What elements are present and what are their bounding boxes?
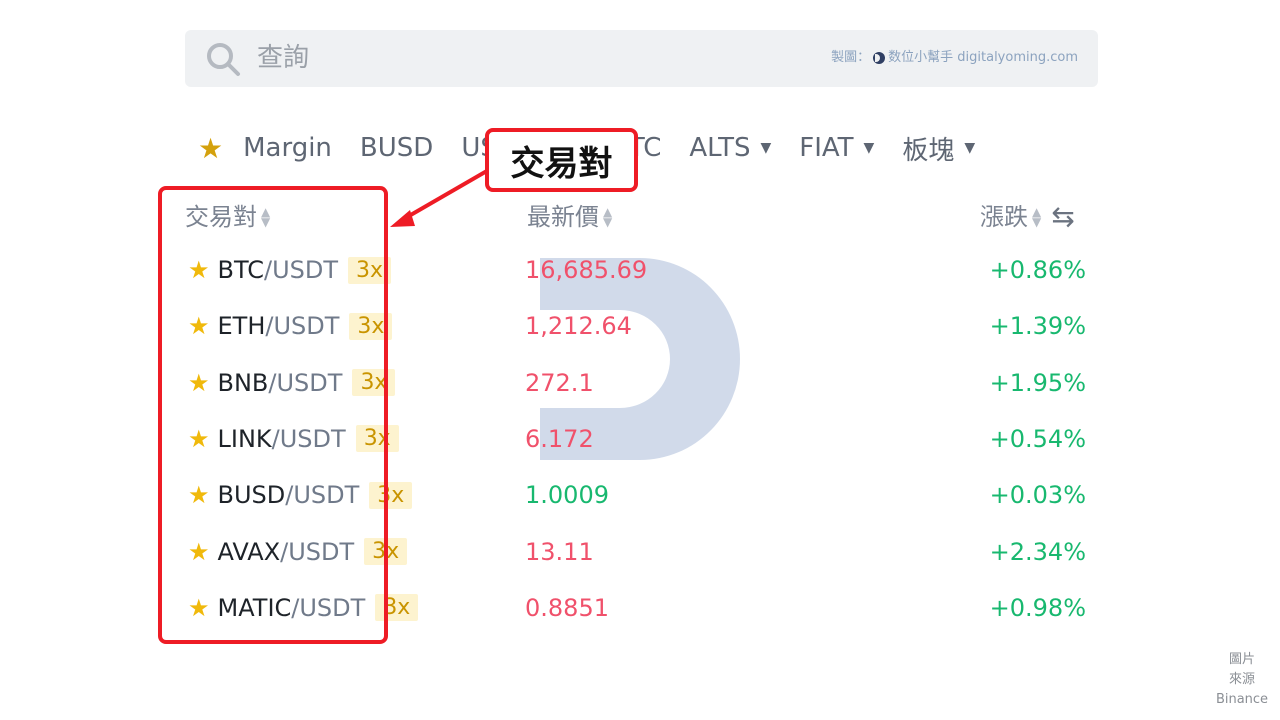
price-change: +1.95% [989, 368, 1086, 397]
last-price: 272.1 [525, 368, 594, 397]
caret-down-icon: ▼ [863, 140, 875, 156]
annotation-arrow-icon [390, 166, 494, 227]
last-price: 1.0009 [525, 481, 609, 510]
swap-arrows-icon[interactable]: ⇆ [1051, 200, 1074, 234]
last-price: 6.172 [525, 424, 594, 453]
source-line: 圖片 [1228, 652, 1255, 667]
favorites-star-icon[interactable]: ★ [198, 132, 223, 165]
price-change: +2.34% [989, 537, 1086, 566]
last-price: 0.8851 [525, 593, 609, 622]
search-icon [207, 43, 240, 76]
credit-prefix: 製圖： [831, 50, 871, 65]
tab-busd[interactable]: BUSD [360, 133, 433, 163]
price-header-label: 最新價 [527, 203, 599, 231]
source-line: Binance [1215, 692, 1269, 707]
search-placeholder[interactable]: 查詢 [257, 42, 309, 74]
caret-down-icon: ▼ [760, 140, 772, 156]
source-line: 來源 [1228, 672, 1255, 687]
change-column-header[interactable]: 漲跌 ▲ ▼ ⇆ [980, 200, 1075, 234]
sort-icon: ▲ ▼ [1032, 205, 1042, 229]
tab-fiat[interactable]: FIAT ▼ [799, 133, 874, 163]
annotation-label: 交易對 [485, 128, 638, 192]
digitalyoming-logo-icon [873, 52, 886, 64]
last-price: 13.11 [525, 537, 594, 566]
tab-alts[interactable]: ALTS ▼ [689, 133, 771, 163]
annotation-highlight-box [158, 186, 388, 644]
price-change: +0.86% [989, 256, 1086, 284]
price-change: +0.03% [989, 481, 1086, 510]
sort-icon: ▲ ▼ [603, 205, 613, 229]
tab-margin[interactable]: Margin [243, 133, 332, 163]
credit-watermark: 製圖： 数位小幫手 digitalyoming.com [831, 49, 1078, 67]
price-column-header[interactable]: 最新價 ▲ ▼ [527, 200, 612, 234]
search-bar[interactable]: 查詢 製圖： 数位小幫手 digitalyoming.com [185, 30, 1098, 87]
screen: 查詢 製圖： 数位小幫手 digitalyoming.com ★ Margin … [0, 0, 1280, 720]
tab-sectors[interactable]: 板塊 ▼ [902, 130, 975, 167]
change-header-label: 漲跌 [980, 203, 1028, 231]
last-price: 16,685.69 [525, 256, 648, 284]
price-change: +0.98% [989, 593, 1086, 622]
credit-text: 数位小幫手 digitalyoming.com [888, 50, 1078, 65]
last-price: 1,212.64 [525, 312, 632, 341]
image-source-note: 圖片 來源 Binance [1212, 650, 1272, 710]
caret-down-icon: ▼ [964, 140, 976, 156]
price-change: +0.54% [989, 424, 1086, 453]
price-change: +1.39% [989, 312, 1086, 341]
